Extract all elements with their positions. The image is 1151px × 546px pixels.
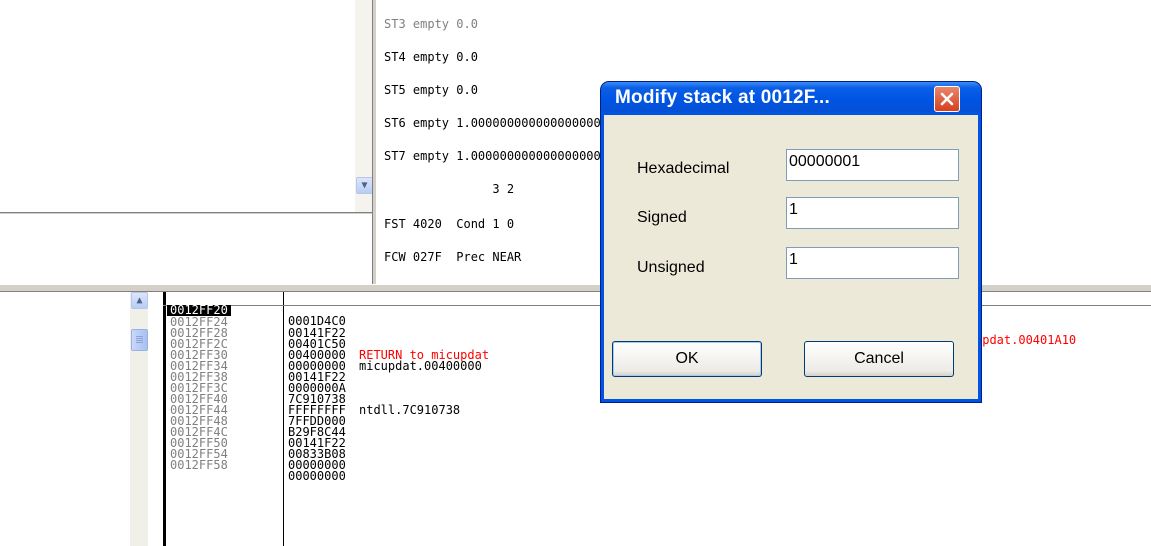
stack-value: 00000000 <box>288 469 346 483</box>
stack-row[interactable]: 0012FF40 FFFFFFFF <box>163 383 346 416</box>
signed-label: Signed <box>637 209 687 226</box>
fpu-register-list: ST3 empty 0.0 ST4 empty 0.0 ST5 empty 0.… <box>384 0 608 285</box>
fpu-line: FCW 027F Prec NEAR <box>384 250 522 264</box>
unsigned-label: Unsigned <box>637 259 705 276</box>
stack-row[interactable]: 0012FF30 00000000 <box>163 339 346 372</box>
stack-row[interactable]: 0012FF34 00141F22 <box>163 350 346 383</box>
hexadecimal-label: Hexadecimal <box>637 160 730 177</box>
pane-divider-highlight <box>0 213 372 214</box>
fpu-line: ST5 empty 0.0 <box>384 83 478 97</box>
fpu-line: ST7 empty 1.0000000000000000000 <box>384 149 608 163</box>
unsigned-field[interactable]: 1 <box>786 247 959 279</box>
signed-field[interactable]: 1 <box>786 197 959 229</box>
close-icon[interactable] <box>934 86 960 112</box>
disassembly-pane[interactable]: ▼ <box>0 0 373 284</box>
stack-row[interactable]: 0012FF48 B29F8C44 <box>163 405 346 438</box>
stack-row[interactable]: 0012FF4C 00141F22 <box>163 416 346 449</box>
stack-row[interactable]: 0012FF50 00833B08 <box>163 427 346 460</box>
fpu-line: FST 4020 Cond 1 0 <box>384 217 515 231</box>
stack-row[interactable]: 0012FF58 00000000 <box>163 449 346 482</box>
stack-row[interactable]: 0012FF28 00401C50 RETURN to micupdat <box>163 317 489 361</box>
fpu-line: 3 2 <box>384 182 515 196</box>
fpu-line: ST6 empty 1.0000000000000000000 <box>384 116 608 130</box>
stack-row[interactable]: 0012FF24 00141F22 <box>163 306 346 339</box>
stack-row[interactable]: 0012FF44 7FFDD000 <box>163 394 346 427</box>
stack-row[interactable]: 0012FF3C 7C910738 ntdll.7C910738 <box>163 372 460 416</box>
stack-row[interactable]: 0012FF54 00000000 <box>163 438 346 471</box>
dialog-body: Hexadecimal 00000001 Signed 1 Unsigned 1… <box>604 115 978 399</box>
stack-address: 0012FF58 <box>170 458 228 472</box>
dialog-title-bar[interactable]: Modify stack at 0012F... <box>601 82 981 112</box>
fpu-line: ST3 empty 0.0 <box>384 17 478 31</box>
scroll-up-icon[interactable]: ▲ <box>131 292 148 309</box>
hexadecimal-field[interactable]: 00000001 <box>786 149 959 181</box>
stack-row[interactable]: 0012FF38 0000000A <box>163 361 346 394</box>
ok-button[interactable]: OK <box>612 341 762 377</box>
scrollbar-thumb[interactable] <box>131 329 148 351</box>
stack-comment: micupdat.00400000 <box>359 359 482 373</box>
dialog-title: Modify stack at 0012F... <box>615 87 830 108</box>
stack-comment: ntdll.7C910738 <box>359 403 461 417</box>
fpu-line: ST4 empty 0.0 <box>384 50 478 64</box>
stack-row[interactable]: 0012FF20 0001D4C0 <box>163 294 346 327</box>
scroll-down-icon[interactable]: ▼ <box>356 177 373 194</box>
modify-stack-dialog[interactable]: Modify stack at 0012F... Hexadecimal 000… <box>601 82 981 402</box>
stack-comment-overflow: updat.00401A10 <box>975 333 1077 347</box>
column-border <box>283 292 284 546</box>
stack-row[interactable]: 0012FF2C 00400000 micupdat.00400000 <box>163 328 482 372</box>
cancel-button[interactable]: Cancel <box>804 341 954 377</box>
